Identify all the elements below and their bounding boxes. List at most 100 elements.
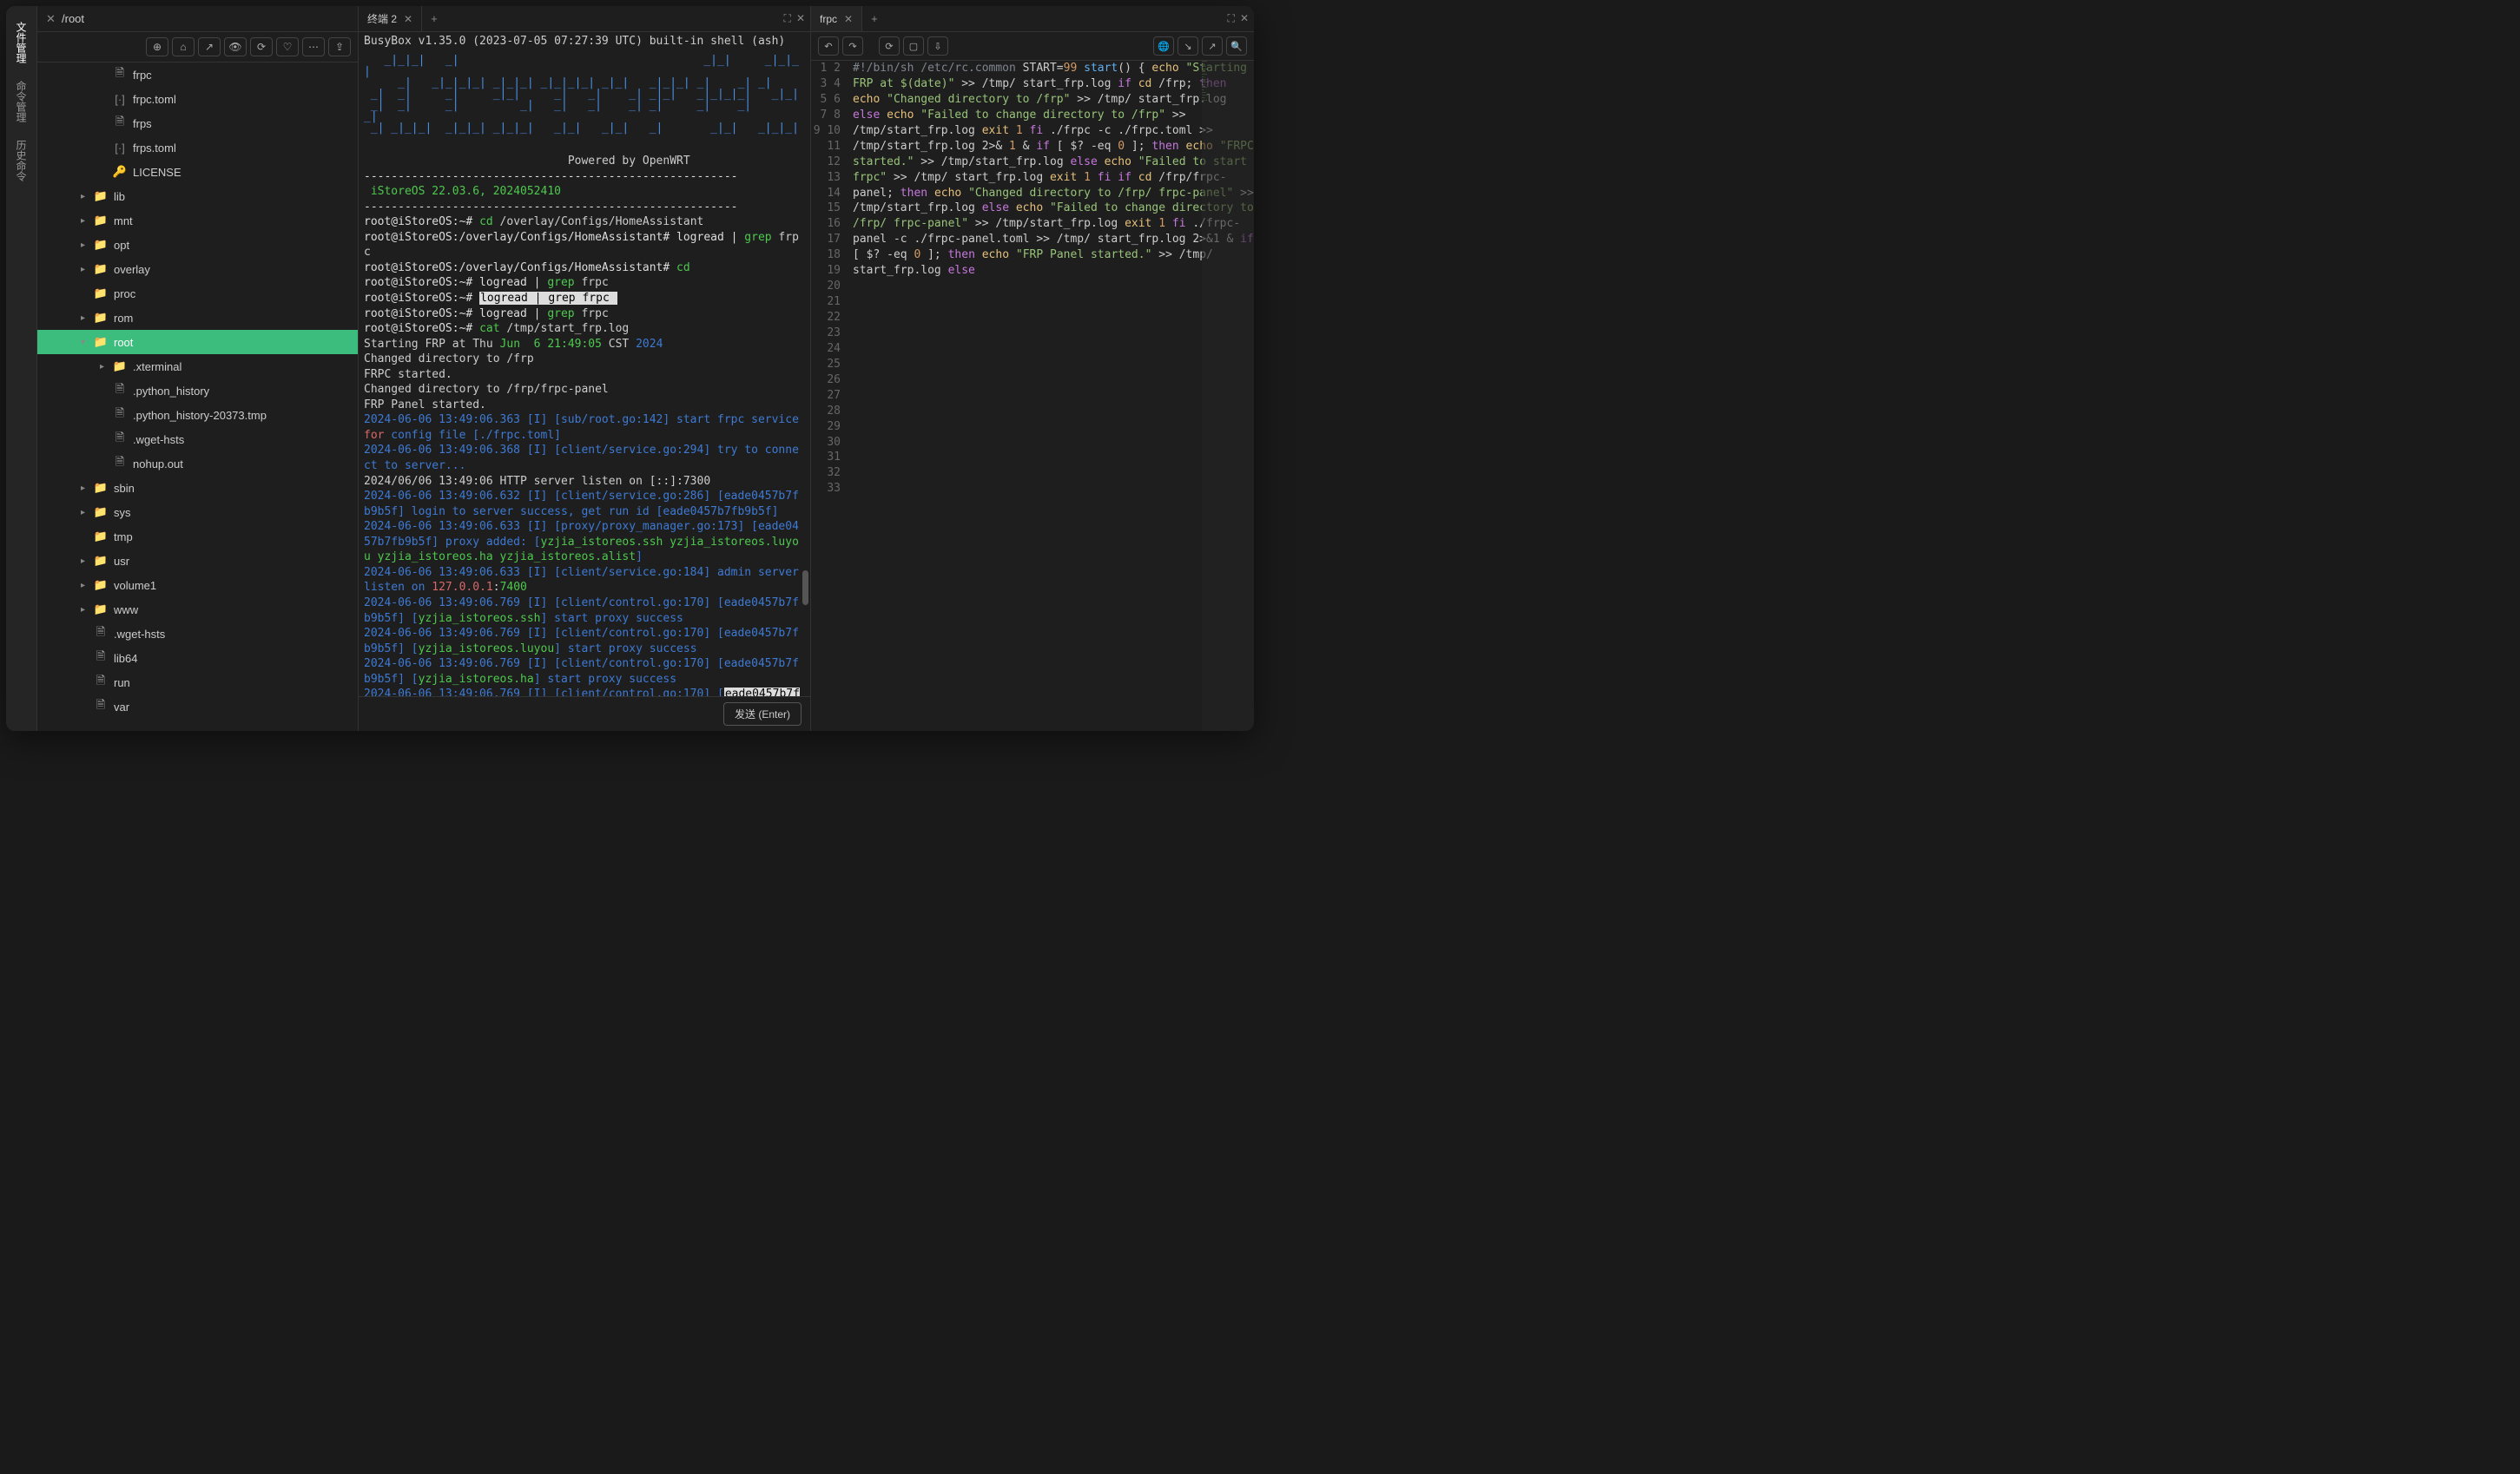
terminal-body[interactable]: BusyBox v1.35.0 (2023-07-05 07:27:39 UTC… bbox=[359, 32, 810, 696]
chevron-icon: ▸ bbox=[81, 508, 93, 517]
app-window: 文件管理 命令管理 历史命令 ✕ /root ⊕ ⌂ ↗ 👁 ⟳ ♡ ⋯ ⇪ 🗎… bbox=[6, 6, 1254, 731]
tree-item-root[interactable]: ▾📁root bbox=[37, 330, 358, 354]
tree-item-mnt[interactable]: ▸📁mnt bbox=[37, 208, 358, 233]
tree-item-frps-toml[interactable]: [·]frps.toml bbox=[37, 135, 358, 160]
chevron-icon: ▸ bbox=[81, 556, 93, 566]
file-tree[interactable]: 🗎frpc[·]frpc.toml🗎frps[·]frps.toml🔑LICEN… bbox=[37, 63, 358, 731]
activity-tab-history[interactable]: 历史命令 bbox=[14, 131, 29, 190]
tree-item-LICENSE[interactable]: 🔑LICENSE bbox=[37, 160, 358, 184]
chevron-icon: ▸ bbox=[81, 216, 93, 226]
activity-tab-files[interactable]: 文件管理 bbox=[14, 13, 29, 72]
powered-by: Powered by OpenWRT bbox=[568, 155, 690, 168]
tree-item-label: .python_history-20373.tmp bbox=[133, 409, 267, 422]
send-button[interactable]: 发送 (Enter) bbox=[723, 702, 802, 726]
chevron-icon: ▸ bbox=[81, 313, 93, 323]
home-icon[interactable]: ⌂ bbox=[172, 37, 195, 56]
terminal-tab-label: 终端 2 bbox=[367, 11, 397, 26]
refresh-icon[interactable]: ⟳ bbox=[250, 37, 273, 56]
new-editor-tab-button[interactable]: + bbox=[862, 12, 887, 25]
expand-down-icon[interactable]: ↘ bbox=[1178, 36, 1198, 56]
tree-item-frpc-toml[interactable]: [·]frpc.toml bbox=[37, 87, 358, 111]
tree-item-label: root bbox=[114, 336, 133, 349]
tree-item-label: .python_history bbox=[133, 385, 209, 398]
expand-icon[interactable]: ↗ bbox=[198, 37, 221, 56]
maximize-icon[interactable]: ⛶ bbox=[784, 12, 791, 25]
tree-item-tmp[interactable]: 📁tmp bbox=[37, 524, 358, 549]
tree-item-www[interactable]: ▸📁www bbox=[37, 597, 358, 622]
tree-item--wget-hsts[interactable]: 🗎.wget-hsts bbox=[37, 427, 358, 451]
chevron-icon: ▸ bbox=[81, 192, 93, 201]
editor-body[interactable]: 1 2 3 4 5 6 7 8 9 10 11 12 13 14 15 16 1… bbox=[811, 61, 1254, 731]
tree-item-label: opt bbox=[114, 239, 129, 252]
tree-item-opt[interactable]: ▸📁opt bbox=[37, 233, 358, 257]
tree-item-var[interactable]: 🗎var bbox=[37, 694, 358, 719]
tree-item-label: mnt bbox=[114, 214, 133, 227]
close-tab-icon[interactable]: ✕ bbox=[404, 13, 412, 25]
chevron-icon: ▸ bbox=[81, 605, 93, 615]
eye-icon[interactable]: 👁 bbox=[224, 37, 247, 56]
tree-item-sys[interactable]: ▸📁sys bbox=[37, 500, 358, 524]
tree-item-label: nohup.out bbox=[133, 457, 183, 470]
tree-item-proc[interactable]: 📁proc bbox=[37, 281, 358, 306]
close-tab-icon[interactable]: ✕ bbox=[844, 13, 853, 25]
tree-item-label: LICENSE bbox=[133, 166, 181, 179]
tree-item-label: frpc bbox=[133, 69, 152, 82]
globe-icon[interactable]: 🌐 bbox=[1153, 36, 1174, 56]
new-tab-button[interactable]: + bbox=[422, 12, 446, 25]
tree-item-label: rom bbox=[114, 312, 133, 325]
terminal-panel: 终端 2 ✕ + ⛶ ✕ BusyBox v1.35.0 (2023-07-05… bbox=[359, 6, 811, 731]
editor-tab[interactable]: frpc ✕ bbox=[811, 6, 862, 31]
line-gutter: 1 2 3 4 5 6 7 8 9 10 11 12 13 14 15 16 1… bbox=[811, 61, 849, 731]
path-input[interactable]: /root bbox=[56, 10, 353, 27]
save-icon[interactable]: ▢ bbox=[903, 36, 924, 56]
tree-item--python_history[interactable]: 🗎.python_history bbox=[37, 378, 358, 403]
tree-item-usr[interactable]: ▸📁usr bbox=[37, 549, 358, 573]
close-panel-icon[interactable]: ✕ bbox=[1240, 12, 1249, 25]
tree-item-label: sbin bbox=[114, 482, 135, 495]
chevron-icon: ▸ bbox=[81, 240, 93, 250]
tree-item-rom[interactable]: ▸📁rom bbox=[37, 306, 358, 330]
undo-icon[interactable]: ↶ bbox=[818, 36, 839, 56]
maximize-icon[interactable]: ⛶ bbox=[1228, 12, 1235, 25]
version-line: iStoreOS 22.03.6, 2024052410 bbox=[364, 185, 561, 198]
tree-item-sbin[interactable]: ▸📁sbin bbox=[37, 476, 358, 500]
chevron-icon: ▸ bbox=[100, 362, 112, 372]
tree-item-lib64[interactable]: 🗎lib64 bbox=[37, 646, 358, 670]
expand-up-icon[interactable]: ↗ bbox=[1202, 36, 1223, 56]
terminal-tabbar: 终端 2 ✕ + ⛶ ✕ bbox=[359, 6, 810, 32]
editor-panel: frpc ✕ + ⛶ ✕ ↶ ↷ ⟳ ▢ ⇩ 🌐 ↘ bbox=[811, 6, 1254, 731]
tree-item-lib[interactable]: ▸📁lib bbox=[37, 184, 358, 208]
tree-item--xterminal[interactable]: ▸📁.xterminal bbox=[37, 354, 358, 378]
target-icon[interactable]: ⊕ bbox=[146, 37, 168, 56]
heart-icon[interactable]: ♡ bbox=[276, 37, 299, 56]
download-icon[interactable]: ⇩ bbox=[927, 36, 948, 56]
tree-item-frpc[interactable]: 🗎frpc bbox=[37, 63, 358, 87]
editor-tabbar: frpc ✕ + ⛶ ✕ bbox=[811, 6, 1254, 32]
terminal-tab[interactable]: 终端 2 ✕ bbox=[359, 6, 422, 31]
terminal-scrollbar[interactable] bbox=[802, 570, 808, 605]
tree-item-frps[interactable]: 🗎frps bbox=[37, 111, 358, 135]
tree-item--python_history-20373-tmp[interactable]: 🗎.python_history-20373.tmp bbox=[37, 403, 358, 427]
tree-item-nohup-out[interactable]: 🗎nohup.out bbox=[37, 451, 358, 476]
close-icon[interactable]: ✕ bbox=[43, 12, 56, 26]
activity-tab-commands[interactable]: 命令管理 bbox=[14, 72, 29, 131]
chevron-icon: ▸ bbox=[81, 581, 93, 590]
minimap[interactable]: ▬▬▬▬▬▬▬▬▬▬▬▬▬▬▬▬▬▬▬▬▬▬▬▬▬▬▬▬▬▬▬▬▬▬▬▬▬▬▬▬… bbox=[1202, 61, 1254, 731]
tree-item-label: usr bbox=[114, 555, 129, 568]
ascii-logo: _|_|_| _| _|_| _|_|_| _| _|_|_|_| _|_|_|… bbox=[364, 55, 805, 134]
redo-icon[interactable]: ↷ bbox=[842, 36, 863, 56]
tree-item--wget-hsts[interactable]: 🗎.wget-hsts bbox=[37, 622, 358, 646]
more-icon[interactable]: ⋯ bbox=[302, 37, 325, 56]
file-toolbar: ⊕ ⌂ ↗ 👁 ⟳ ♡ ⋯ ⇪ bbox=[37, 32, 358, 63]
tree-item-label: volume1 bbox=[114, 579, 156, 592]
tree-item-run[interactable]: 🗎run bbox=[37, 670, 358, 694]
tree-item-label: lib64 bbox=[114, 652, 137, 665]
upload-icon[interactable]: ⇪ bbox=[328, 37, 351, 56]
refresh-icon[interactable]: ⟳ bbox=[879, 36, 900, 56]
search-icon[interactable]: 🔍 bbox=[1226, 36, 1247, 56]
tree-item-label: run bbox=[114, 676, 130, 689]
tree-item-volume1[interactable]: ▸📁volume1 bbox=[37, 573, 358, 597]
tree-item-overlay[interactable]: ▸📁overlay bbox=[37, 257, 358, 281]
close-panel-icon[interactable]: ✕ bbox=[796, 12, 805, 25]
path-bar: ✕ /root bbox=[37, 6, 358, 32]
